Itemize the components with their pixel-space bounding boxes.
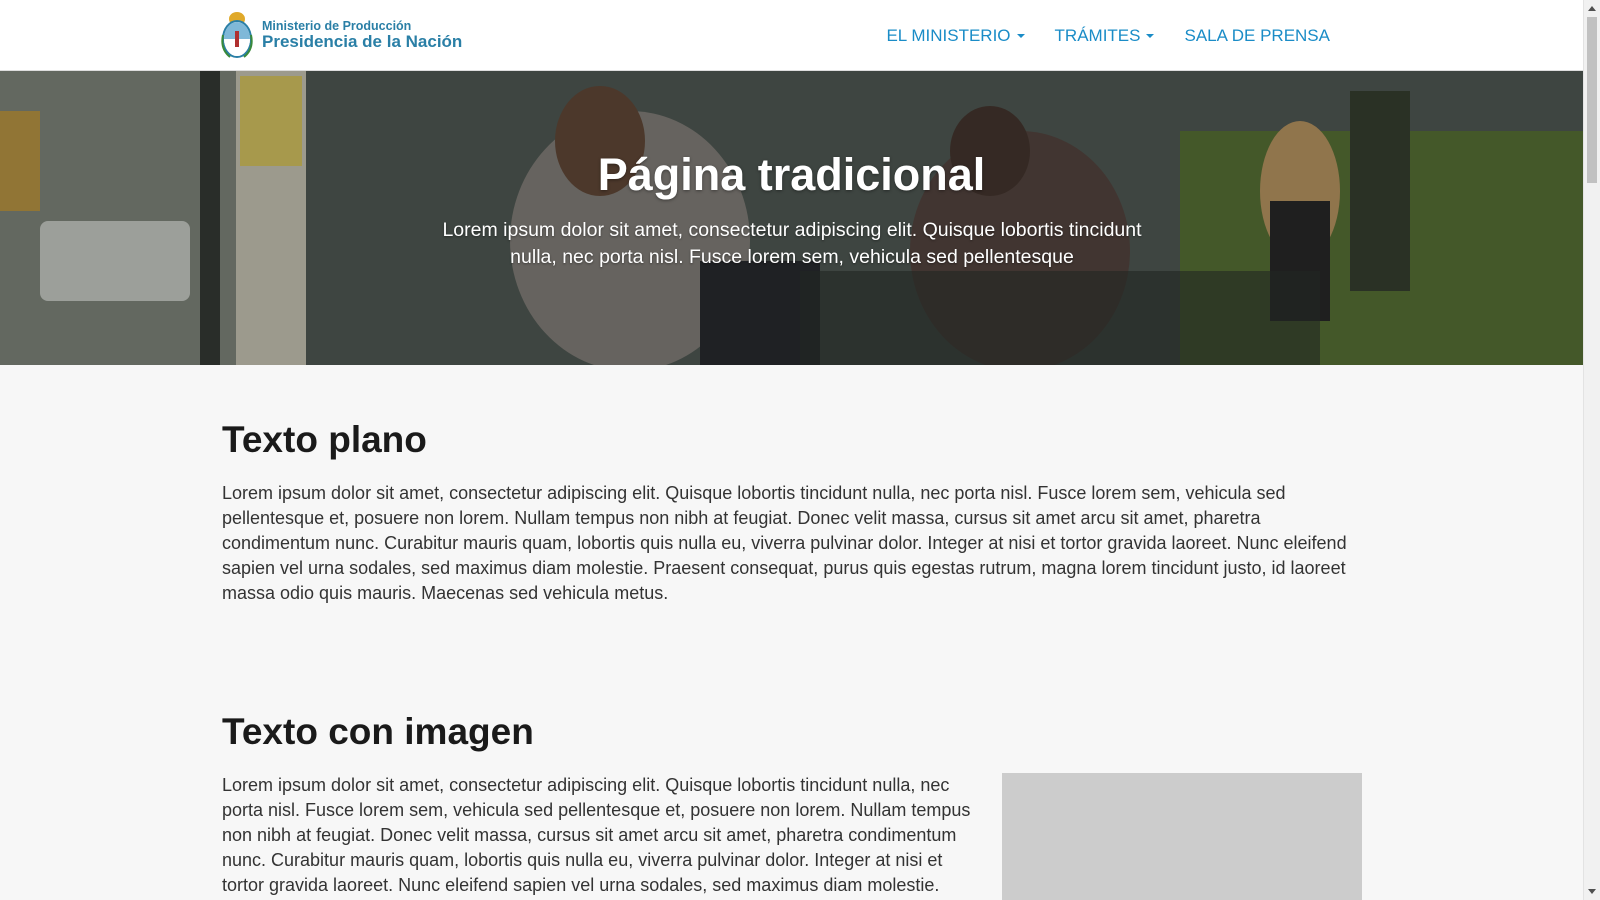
nav-item-label: TRÁMITES [1054, 25, 1141, 45]
vertical-scrollbar[interactable] [1583, 0, 1600, 900]
section-body-texto-plano: Lorem ipsum dolor sit amet, consectetur … [222, 483, 1347, 603]
navbar: Ministerio de Producción Presidencia de … [0, 0, 1583, 71]
hero-subtitle: Lorem ipsum dolor sit amet, consectetur … [442, 219, 1142, 268]
hero-banner: Página tradicional Lorem ipsum dolor sit… [0, 71, 1583, 365]
caret-down-icon [1146, 33, 1155, 38]
scroll-up-arrow-icon[interactable] [1588, 6, 1596, 11]
main-nav: EL MINISTERIO TRÁMITES SALA DE PRENSA [886, 0, 1330, 71]
section-title-texto-con-imagen: Texto con imagen [222, 711, 534, 752]
page-title: Página tradicional [597, 149, 986, 200]
scroll-down-arrow-icon[interactable] [1588, 889, 1596, 894]
caret-down-icon [1016, 33, 1025, 38]
brand-presidency-name: Presidencia de la Nación [262, 31, 463, 51]
nav-item-label: SALA DE PRENSA [1184, 25, 1330, 45]
section-title-texto-plano: Texto plano [222, 419, 427, 460]
nav-item-el-ministerio[interactable]: EL MINISTERIO [886, 25, 1025, 46]
brand-text: Ministerio de Producción Presidencia de … [262, 18, 463, 51]
coat-of-arms-icon [221, 12, 253, 58]
section-body-texto-con-imagen: Lorem ipsum dolor sit amet, consectetur … [222, 775, 971, 895]
nav-item-label: EL MINISTERIO [886, 25, 1011, 45]
nav-item-sala-de-prensa[interactable]: SALA DE PRENSA [1184, 26, 1330, 46]
brand-logo-link[interactable]: Ministerio de Producción Presidencia de … [220, 9, 462, 61]
brand-ministry-name: Ministerio de Producción [262, 18, 412, 33]
page: Ministerio de Producción Presidencia de … [0, 0, 1583, 900]
section-image-placeholder [1002, 773, 1362, 900]
nav-item-tramites[interactable]: TRÁMITES [1055, 26, 1155, 46]
scrollbar-thumb[interactable] [1587, 17, 1597, 183]
